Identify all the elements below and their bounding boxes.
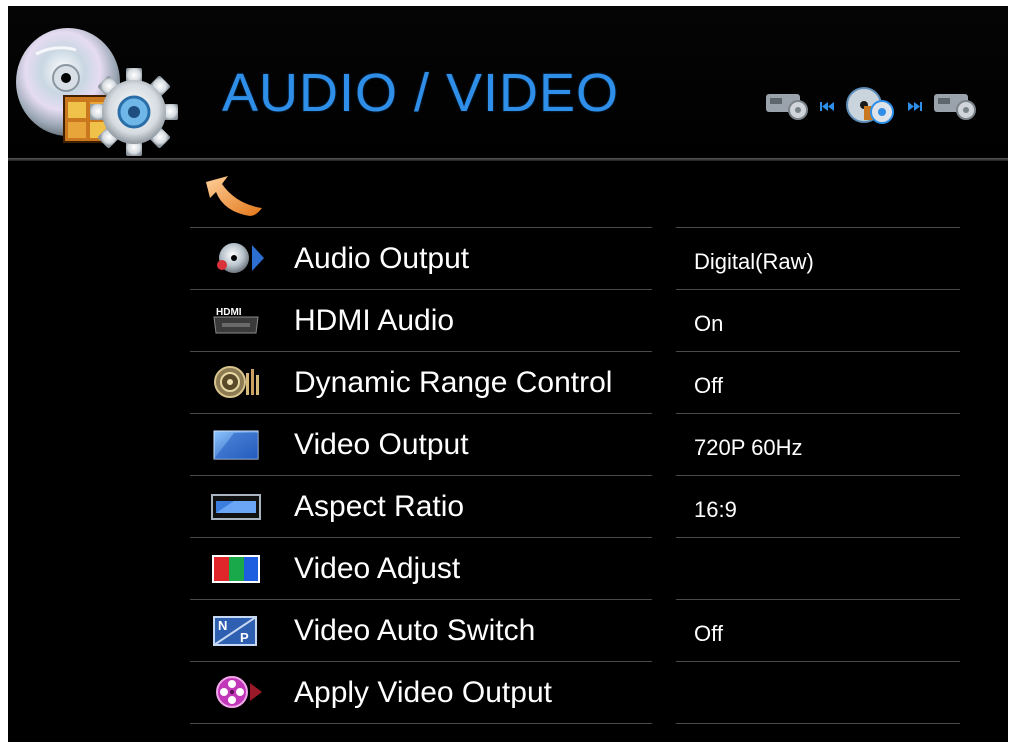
menu-value: Off bbox=[694, 373, 723, 398]
settings-screen: AUDIO / VIDEO Audio Output Digital(Raw) … bbox=[8, 6, 1008, 742]
menu-row-dynamic-range-control[interactable]: Dynamic Range Control Off bbox=[190, 352, 960, 413]
rgb-icon bbox=[212, 555, 260, 583]
menu-row-aspect-ratio[interactable]: Aspect Ratio 16:9 bbox=[190, 476, 960, 537]
menu-value: Off bbox=[694, 621, 723, 646]
menu-row-apply-video-output[interactable]: Apply Video Output bbox=[190, 662, 960, 723]
label-cell: Video Output bbox=[190, 414, 652, 475]
value-cell: Off bbox=[676, 352, 960, 413]
skip-back-icon[interactable] bbox=[820, 102, 834, 111]
menu-label: Video Auto Switch bbox=[294, 614, 536, 647]
menu-label: Video Output bbox=[294, 428, 469, 461]
menu-value: On bbox=[694, 311, 724, 336]
value-cell bbox=[676, 538, 960, 599]
page-title: AUDIO / VIDEO bbox=[222, 63, 620, 123]
svg-text:N: N bbox=[218, 618, 227, 633]
value-cell bbox=[676, 662, 960, 723]
menu-row-video-adjust[interactable]: Video Adjust bbox=[190, 538, 960, 599]
previous-section-icon[interactable] bbox=[766, 94, 808, 120]
menu-label: HDMI Audio bbox=[294, 304, 455, 337]
svg-text:P: P bbox=[240, 630, 249, 645]
value-cell: Off bbox=[676, 600, 960, 661]
label-cell: Dynamic Range Control bbox=[190, 352, 652, 413]
menu-value: 16:9 bbox=[694, 497, 737, 522]
svg-text:HDMI: HDMI bbox=[216, 307, 242, 318]
menu-row-hdmi-audio[interactable]: HDMI HDMI Audio On bbox=[190, 290, 960, 351]
menu-row-video-auto-switch[interactable]: N P Video Auto Switch Off bbox=[190, 600, 960, 661]
audio-output-icon bbox=[217, 243, 264, 273]
speaker-icon bbox=[214, 366, 259, 398]
header-divider bbox=[8, 158, 1008, 161]
value-cell: 720P 60Hz bbox=[676, 414, 960, 475]
aspect-ratio-icon bbox=[211, 494, 261, 520]
menu-label: Aspect Ratio bbox=[294, 490, 465, 523]
menu-label: Dynamic Range Control bbox=[294, 366, 613, 399]
menu-row-video-output[interactable]: Video Output 720P 60Hz bbox=[190, 414, 960, 475]
label-cell: Audio Output bbox=[190, 228, 652, 289]
menu-label: Video Adjust bbox=[294, 552, 461, 585]
ntsc-pal-icon: N P bbox=[213, 616, 257, 646]
menu-label: Audio Output bbox=[294, 242, 470, 275]
disc-gear-logo-icon bbox=[16, 28, 178, 156]
next-section-icon[interactable] bbox=[934, 94, 976, 120]
menu-divider bbox=[676, 723, 960, 724]
value-cell: 16:9 bbox=[676, 476, 960, 537]
menu-row-audio-output[interactable]: Audio Output Digital(Raw) bbox=[190, 228, 960, 289]
current-section-icon bbox=[846, 87, 894, 124]
hdmi-icon: HDMI bbox=[213, 307, 259, 334]
label-cell: HDMI HDMI Audio bbox=[190, 290, 652, 351]
header: AUDIO / VIDEO bbox=[8, 6, 1008, 162]
film-reel-icon bbox=[216, 676, 262, 708]
value-cell: On bbox=[676, 290, 960, 351]
back-arrow-icon[interactable] bbox=[202, 172, 264, 220]
menu-label: Apply Video Output bbox=[294, 676, 552, 709]
section-navigator bbox=[766, 87, 976, 124]
label-cell: N P Video Auto Switch bbox=[190, 600, 652, 661]
menu-divider bbox=[190, 723, 652, 724]
skip-forward-icon[interactable] bbox=[908, 102, 922, 111]
label-cell: Aspect Ratio bbox=[190, 476, 652, 537]
menu-value: 720P 60Hz bbox=[694, 435, 803, 460]
value-cell: Digital(Raw) bbox=[676, 228, 960, 289]
label-cell: Video Adjust bbox=[190, 538, 652, 599]
video-output-icon bbox=[213, 430, 259, 460]
label-cell: Apply Video Output bbox=[190, 662, 652, 723]
menu-value: Digital(Raw) bbox=[694, 249, 814, 274]
